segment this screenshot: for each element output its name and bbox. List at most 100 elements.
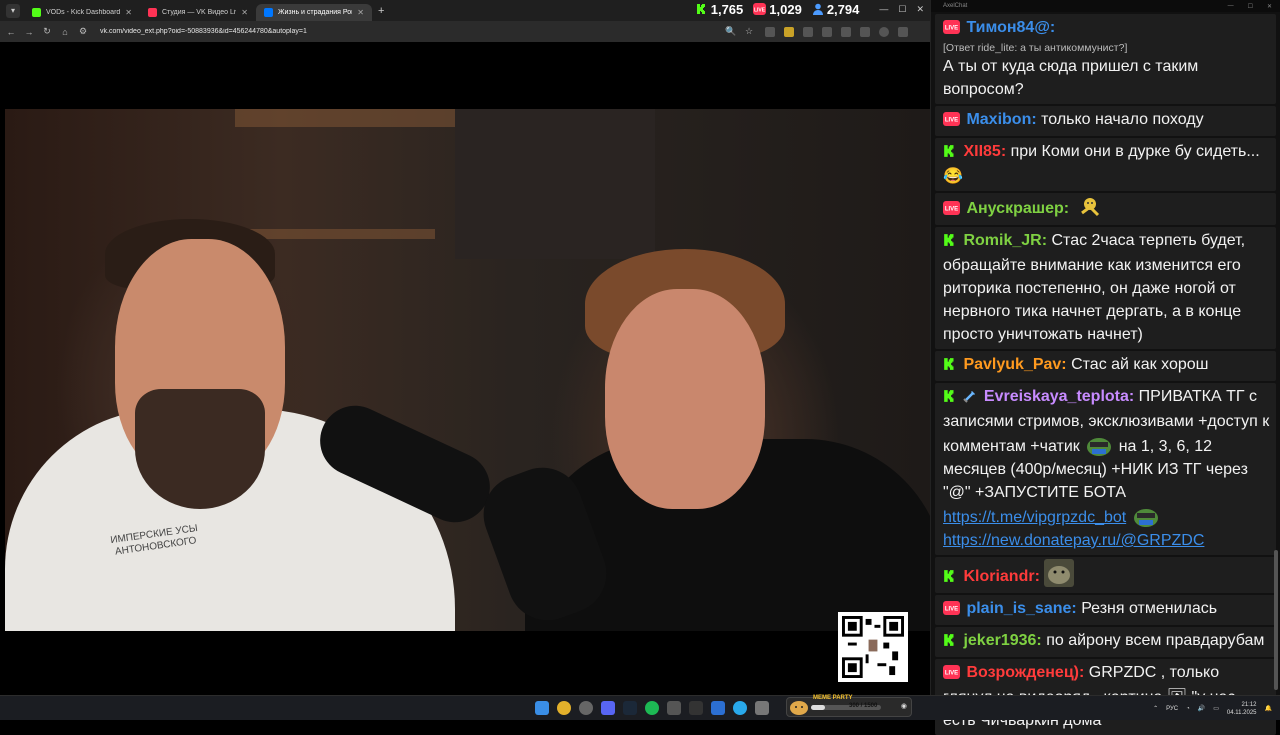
chat-text: по айрону всем правдарубам bbox=[1046, 632, 1265, 649]
telegram-icon[interactable] bbox=[733, 701, 747, 715]
discord-icon[interactable] bbox=[601, 701, 615, 715]
meme-party-progress-fill bbox=[811, 705, 825, 710]
person-icon bbox=[812, 3, 823, 15]
menu-icon[interactable] bbox=[898, 26, 908, 37]
kick-favicon-icon bbox=[32, 8, 41, 17]
telegram-bot-link[interactable]: https://t.me/vipgrpzdc_bot bbox=[943, 509, 1126, 526]
pepe-emote-icon bbox=[1084, 433, 1114, 457]
chat-message: XII85: при Коми они в дурке бу сидеть...… bbox=[935, 138, 1276, 191]
tab-search-button[interactable]: ▾ bbox=[6, 3, 20, 18]
extension-icon[interactable] bbox=[765, 26, 775, 37]
vk-live-badge-icon: LIVE bbox=[943, 663, 960, 686]
site-info-icon[interactable]: ⚙ bbox=[76, 26, 90, 37]
extension-icon[interactable] bbox=[803, 26, 813, 37]
vk-live-badge-icon: LIVE bbox=[943, 599, 960, 622]
tab-title: Студия — VK Видео Live bbox=[162, 9, 237, 16]
sword-badge-icon bbox=[963, 387, 977, 410]
notifications-icon[interactable]: 🔔 bbox=[1265, 705, 1272, 712]
vk-live-favicon-icon bbox=[148, 8, 157, 17]
minimize-icon[interactable]: — bbox=[879, 4, 888, 15]
chrome-icon[interactable] bbox=[557, 701, 571, 715]
close-icon[interactable]: ✕ bbox=[1267, 3, 1272, 10]
sidebar-icon[interactable] bbox=[841, 26, 851, 37]
svg-text:LIVE: LIVE bbox=[945, 207, 958, 213]
chevron-up-icon[interactable]: ⌃ bbox=[1153, 705, 1158, 712]
chat-text: Стас ай как хорош bbox=[1071, 356, 1209, 373]
svg-text:LIVE: LIVE bbox=[945, 607, 958, 613]
chat-nick[interactable]: Анускрашер: bbox=[966, 200, 1069, 217]
viewer-counters: 1,765 LIVE 1,029 2,794 — ☐ ✕ bbox=[696, 0, 924, 18]
profile-icon[interactable] bbox=[879, 26, 889, 37]
chat-message: Pavlyuk_Pav: Стас ай как хорош bbox=[935, 351, 1276, 381]
home-icon[interactable]: ⌂ bbox=[58, 27, 72, 37]
volume-icon[interactable]: 🔊 bbox=[1198, 705, 1205, 712]
chat-text: А ты от куда сюда пришел с таким вопросо… bbox=[943, 58, 1199, 98]
url-field[interactable]: vk.com/video_ext.php?oid=-50883936&id=45… bbox=[100, 28, 720, 35]
vk-live-count-value: 1,029 bbox=[769, 1, 802, 17]
vk-live-badge-icon: LIVE bbox=[943, 18, 960, 41]
vk-favicon-icon bbox=[264, 8, 273, 17]
chat-nick[interactable]: Pavlyuk_Pav: bbox=[963, 356, 1066, 373]
chat-nick[interactable]: Тимон84@: bbox=[966, 19, 1055, 36]
clock-date: 04.11.2025 bbox=[1226, 709, 1257, 716]
windows-start-icon[interactable] bbox=[535, 701, 549, 715]
download-icon[interactable] bbox=[860, 26, 870, 37]
chat-nick[interactable]: Kloriandr: bbox=[963, 568, 1039, 585]
vk-live-badge-icon: LIVE bbox=[943, 199, 960, 222]
total-count-value: 2,794 bbox=[826, 1, 860, 17]
close-icon[interactable]: ✕ bbox=[357, 8, 364, 17]
dancing-figure-emote-icon bbox=[1074, 195, 1104, 219]
steam-icon[interactable] bbox=[623, 701, 637, 715]
tab-kick-dashboard[interactable]: VODs - Kick Dashboard ✕ bbox=[24, 4, 140, 21]
maximize-icon[interactable]: ☐ bbox=[898, 4, 906, 15]
coin-icon: ◉ bbox=[900, 703, 907, 710]
donatepay-link[interactable]: https://new.donatepay.ru/@GRPZDC bbox=[943, 532, 1204, 549]
reply-quote: [Ответ ride_lite: а ты антикоммунист?] bbox=[943, 42, 1128, 54]
chat-window-title: AxelChat bbox=[943, 3, 968, 9]
video-player[interactable]: ИМПЕРСКИЕ УСЫ АНТОНОВСКОГО bbox=[5, 109, 930, 631]
seal-emote-icon bbox=[1044, 559, 1075, 587]
close-icon[interactable]: ✕ bbox=[125, 8, 132, 17]
chat-message: Romik_JR: Стас 2часа терпеть будет, обра… bbox=[935, 227, 1276, 349]
spotify-icon[interactable] bbox=[645, 701, 659, 715]
minimize-icon[interactable]: — bbox=[1228, 3, 1234, 10]
app-icon[interactable] bbox=[667, 701, 681, 715]
extensions-puzzle-icon[interactable] bbox=[822, 26, 832, 37]
chat-nick[interactable]: plain_is_sane: bbox=[966, 600, 1076, 617]
clock[interactable]: 21:12 04.11.2025 bbox=[1227, 701, 1257, 717]
new-tab-button[interactable]: + bbox=[378, 5, 384, 17]
tab-vk-video[interactable]: Жизнь и страдания Рома... ✕ bbox=[256, 4, 372, 21]
media-player-icon[interactable] bbox=[711, 701, 725, 715]
svg-text:LIVE: LIVE bbox=[945, 671, 958, 677]
close-icon[interactable]: ✕ bbox=[916, 4, 924, 15]
language-indicator[interactable]: РУС bbox=[1166, 706, 1178, 712]
maximize-icon[interactable]: ☐ bbox=[1248, 3, 1253, 10]
battery-icon[interactable]: ▭ bbox=[1213, 705, 1219, 712]
chat-message: Evreiskaya_teplota: ПРИВАТКА ТГ с запися… bbox=[935, 383, 1276, 555]
app-icon[interactable] bbox=[755, 701, 769, 715]
back-icon[interactable]: ← bbox=[4, 27, 18, 37]
close-icon[interactable]: ✕ bbox=[241, 8, 248, 17]
zoom-icon[interactable]: 🔍 bbox=[724, 26, 738, 37]
obs-icon[interactable] bbox=[579, 701, 593, 715]
chat-nick[interactable]: jeker1936: bbox=[963, 632, 1041, 649]
chat-nick[interactable]: XII85: bbox=[963, 143, 1006, 160]
system-tray: ⌃ РУС ◔ 🔊 ▭ 21:12 04.11.2025 🔔 bbox=[1153, 696, 1272, 721]
chat-message: LIVE Maxibon: только начало походу bbox=[935, 106, 1276, 136]
tab-vk-studio[interactable]: Студия — VK Видео Live ✕ bbox=[140, 4, 256, 21]
chat-nick[interactable]: Возрожденец): bbox=[966, 664, 1084, 681]
chat-nick[interactable]: Maxibon: bbox=[966, 111, 1036, 128]
clock-time: 21:12 bbox=[1241, 701, 1257, 708]
chat-nick[interactable]: Romik_JR: bbox=[963, 232, 1047, 249]
meme-party-count: 300 / 1500 bbox=[849, 703, 878, 709]
extension-icon[interactable] bbox=[784, 26, 794, 37]
chat-nick[interactable]: Evreiskaya_teplota: bbox=[984, 388, 1134, 405]
app-icon[interactable] bbox=[689, 701, 703, 715]
forward-icon[interactable]: → bbox=[22, 27, 36, 37]
vk-live-logo-icon: LIVE bbox=[753, 3, 767, 15]
reload-icon[interactable]: ↻ bbox=[40, 26, 54, 37]
network-icon[interactable]: ◔ bbox=[1186, 706, 1190, 712]
chat-message: LIVE Тимон84@: [Ответ ride_lite: а ты ан… bbox=[935, 14, 1276, 104]
bookmark-star-icon[interactable]: ☆ bbox=[742, 26, 756, 37]
chat-scrollbar[interactable] bbox=[1274, 550, 1278, 690]
